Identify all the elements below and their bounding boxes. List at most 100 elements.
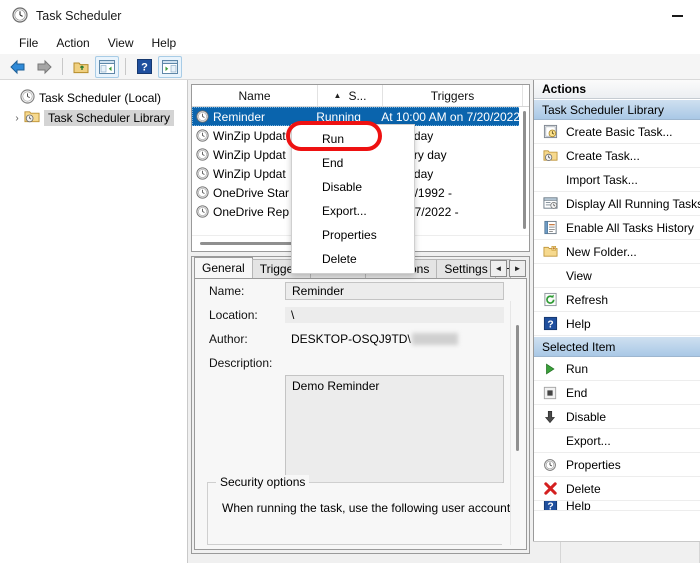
action-export[interactable]: Export...	[534, 429, 700, 453]
menu-item-view[interactable]: View	[99, 34, 143, 52]
actions-group-library: Task Scheduler Library	[534, 99, 700, 120]
up-folder-button[interactable]	[69, 56, 93, 78]
action-help-selected[interactable]: ? Help	[534, 501, 700, 511]
chevron-right-icon: ►	[513, 264, 522, 273]
action-run[interactable]: Run	[534, 357, 700, 381]
status-bar-cell-right	[561, 542, 700, 563]
action-label: Refresh	[566, 292, 609, 307]
task-name-label: WinZip Updat	[213, 147, 286, 162]
action-create-basic-task[interactable]: Create Basic Task...	[534, 120, 700, 144]
context-menu-item-export[interactable]: Export...	[292, 199, 414, 223]
action-label: Create Basic Task...	[566, 124, 673, 139]
scrollbar-thumb[interactable]	[516, 325, 519, 451]
run-icon	[542, 361, 558, 377]
action-view[interactable]: View	[534, 264, 700, 288]
tree-item-task-scheduler-local[interactable]: Task Scheduler (Local)	[0, 88, 187, 108]
task-clock-icon	[196, 167, 209, 180]
context-menu-item-end[interactable]: End	[292, 151, 414, 175]
tree-twisty-expand[interactable]: ›	[10, 113, 24, 124]
tree-item-task-scheduler-library[interactable]: › Task Scheduler Library	[0, 108, 187, 128]
task-clock-icon	[196, 205, 209, 218]
menu-item-file[interactable]: File	[10, 34, 47, 52]
action-import-task[interactable]: Import Task...	[534, 168, 700, 192]
disable-icon	[542, 409, 558, 425]
name-field[interactable]: Reminder	[285, 282, 504, 300]
show-hide-action-pane-button[interactable]	[158, 55, 182, 78]
properties-icon	[542, 457, 558, 473]
column-header-status[interactable]: ▲ S...	[318, 85, 383, 106]
tab-scroll-left-button[interactable]: ◄	[490, 260, 507, 277]
field-row-description: Description:	[195, 351, 526, 375]
tab-scroll-buttons: ◄ ►	[490, 260, 526, 277]
action-label: Create Task...	[566, 148, 640, 163]
enable-history-icon	[542, 220, 558, 236]
task-name-label: Reminder	[213, 109, 266, 124]
tree-item-label: Task Scheduler Library	[44, 110, 175, 126]
action-refresh[interactable]: Refresh	[534, 288, 700, 312]
task-clock-icon	[196, 110, 209, 123]
column-header-status-label: S...	[348, 88, 367, 103]
svg-text:?: ?	[547, 319, 553, 330]
action-label: Import Task...	[566, 172, 638, 187]
title-bar: Task Scheduler	[0, 0, 700, 32]
clock-icon	[20, 89, 35, 107]
up-folder-icon	[73, 62, 89, 73]
back-icon	[10, 59, 25, 74]
back-button[interactable]	[6, 56, 30, 78]
action-disable[interactable]: Disable	[534, 405, 700, 429]
forward-button[interactable]	[32, 56, 56, 78]
action-enable-all-tasks-history[interactable]: Enable All Tasks History	[534, 216, 700, 240]
actions-group-selected-item: Selected Item	[534, 336, 700, 357]
author-label: Author:	[209, 332, 248, 346]
context-menu-item-delete[interactable]: Delete	[292, 247, 414, 271]
help-button[interactable]: ?	[132, 56, 156, 78]
column-header-triggers[interactable]: Triggers	[383, 85, 523, 106]
action-label: Properties	[566, 457, 621, 472]
tab-settings[interactable]: Settings	[436, 259, 496, 278]
action-properties[interactable]: Properties	[534, 453, 700, 477]
context-menu-item-properties[interactable]: Properties	[292, 223, 414, 247]
description-field[interactable]: Demo Reminder	[285, 375, 504, 483]
detail-vertical-scrollbar[interactable]	[510, 301, 524, 545]
tab-scroll-right-button[interactable]: ►	[509, 260, 526, 277]
context-menu-item-disable[interactable]: Disable	[292, 175, 414, 199]
tab-label: General	[202, 261, 245, 275]
description-label: Description:	[209, 356, 273, 370]
tab-label: Settings	[444, 262, 488, 276]
show-hide-console-tree-button[interactable]	[95, 55, 119, 78]
field-row-location: Location: \	[195, 303, 526, 327]
task-list-vertical-scrollbar[interactable]	[519, 107, 529, 235]
task-detail-panel: General Triggers Actions Conditions Sett…	[191, 256, 530, 554]
new-folder-icon	[542, 244, 558, 260]
column-header-triggers-label: Triggers	[430, 88, 475, 103]
minimize-button[interactable]	[654, 0, 700, 32]
scrollbar-thumb[interactable]	[523, 111, 526, 229]
action-label: Run	[566, 361, 589, 376]
tree-item-label: Task Scheduler (Local)	[39, 91, 162, 105]
field-row-name: Name: Reminder	[195, 279, 526, 303]
task-name-label: WinZip Updat	[213, 128, 286, 143]
task-clock-icon	[196, 129, 209, 142]
action-display-all-running-tasks[interactable]: Display All Running Tasks	[534, 192, 700, 216]
menu-bar: File Action View Help	[0, 32, 700, 54]
action-new-folder[interactable]: New Folder...	[534, 240, 700, 264]
task-scheduler-window: Task Scheduler File Action View Help ? T…	[0, 0, 700, 563]
end-icon	[542, 385, 558, 401]
scrollbar-thumb[interactable]	[200, 242, 304, 245]
action-end[interactable]: End	[534, 381, 700, 405]
tab-general[interactable]: General	[194, 257, 253, 278]
location-label: Location:	[209, 308, 258, 322]
action-label: New Folder...	[566, 244, 637, 259]
context-menu-item-run[interactable]: Run	[292, 127, 414, 151]
action-help[interactable]: ? Help	[534, 312, 700, 336]
column-header-name[interactable]: Name	[192, 85, 318, 106]
delete-icon	[542, 481, 558, 497]
svg-text:?: ?	[141, 61, 148, 73]
menu-item-help[interactable]: Help	[143, 34, 186, 52]
action-delete[interactable]: Delete	[534, 477, 700, 501]
task-name-label: OneDrive Rep	[213, 204, 290, 219]
action-create-task[interactable]: Create Task...	[534, 144, 700, 168]
menu-item-action[interactable]: Action	[47, 34, 98, 52]
security-options-group: Security options When running the task, …	[207, 475, 514, 545]
action-label: Disable	[566, 409, 607, 424]
